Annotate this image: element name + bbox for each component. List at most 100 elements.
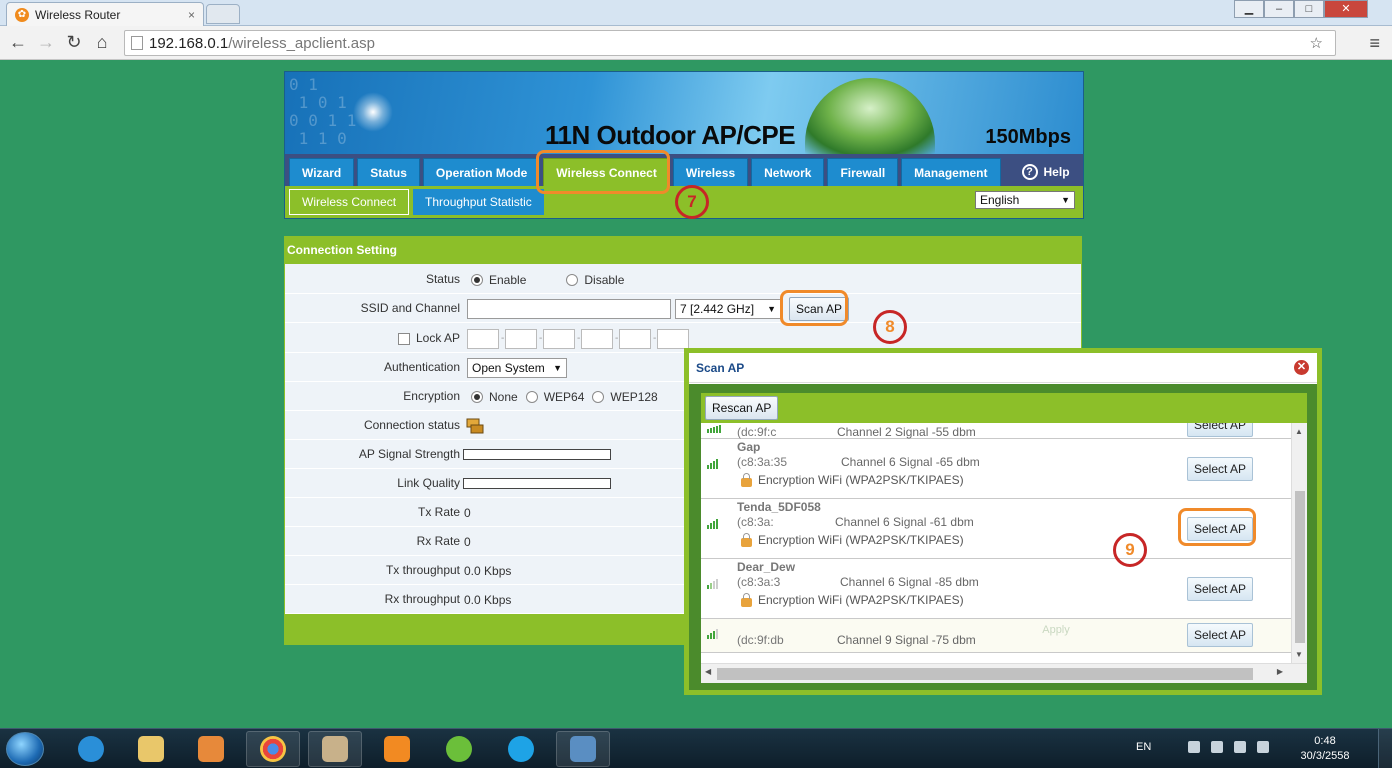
file-explorer-taskbar-icon[interactable] xyxy=(124,731,178,767)
signal-icon xyxy=(707,519,719,529)
close-icon[interactable]: ✕ xyxy=(1294,360,1309,375)
internet-explorer-taskbar-icon[interactable] xyxy=(64,731,118,767)
network-tray-icon[interactable] xyxy=(1234,741,1246,753)
tray-clock[interactable]: 0:48 30/3/2558 xyxy=(1300,734,1350,764)
signal-icon xyxy=(707,425,722,433)
shield-tray-icon[interactable] xyxy=(1211,741,1223,753)
connection-setting-header: Connection Setting xyxy=(285,237,1081,264)
flag-icon[interactable] xyxy=(1188,741,1200,753)
scroll-up-icon[interactable]: ▲ xyxy=(1295,427,1303,436)
browser-toolbar: ← → ↻ ⌂ 192.168.0.1 /wireless_apclient.a… xyxy=(0,26,1392,60)
ssid-input[interactable] xyxy=(467,298,671,319)
tab-network[interactable]: Network xyxy=(751,158,825,186)
utorrent-taskbar-icon[interactable] xyxy=(432,731,486,767)
mac-field[interactable] xyxy=(505,328,537,349)
tab-operation-mode[interactable]: Operation Mode xyxy=(422,158,541,186)
authentication-select[interactable]: Open System ▼ xyxy=(467,357,567,378)
rx-rate-value: 0 xyxy=(464,534,471,549)
vertical-scroll-thumb[interactable] xyxy=(1295,491,1305,643)
mac-field[interactable] xyxy=(543,328,575,349)
highlight-select-ap xyxy=(1178,508,1256,546)
signal-strength-label: AP Signal Strength xyxy=(358,447,460,461)
restore-window-button[interactable]: – xyxy=(1264,0,1294,18)
home-icon[interactable]: ⌂ xyxy=(88,32,116,53)
encryption-wep128-radio[interactable] xyxy=(592,390,605,403)
scroll-right-icon[interactable]: ▶ xyxy=(1277,667,1283,676)
encryption-wep64-radio[interactable] xyxy=(525,390,538,403)
channel-select[interactable]: 7 [2.442 GHz] ▼ xyxy=(675,298,781,319)
annotation-step-8: 8 xyxy=(873,310,907,344)
status-enable-radio[interactable] xyxy=(471,273,483,286)
maximize-window-button[interactable]: □ xyxy=(1294,0,1324,18)
select-ap-button[interactable]: Select AP xyxy=(1187,423,1254,437)
windows-taskbar: EN 0:48 30/3/2558 xyxy=(0,728,1392,768)
tenda-favicon-icon: ✿ xyxy=(15,7,29,22)
horizontal-scrollbar[interactable]: ◀ ▶ xyxy=(701,663,1307,683)
forward-arrow-icon[interactable]: → xyxy=(32,32,60,53)
menu-icon[interactable]: ≡ xyxy=(1369,33,1380,54)
light-flare-decoration xyxy=(353,92,393,132)
ap-mac: (c8:3a:35 xyxy=(737,455,788,469)
tab-firewall[interactable]: Firewall xyxy=(827,158,899,186)
tab-close-icon[interactable]: × xyxy=(188,8,195,22)
scan-ap-titlebar: Scan AP ✕ xyxy=(689,353,1317,383)
volume-icon[interactable] xyxy=(1257,741,1269,753)
language-select[interactable]: English ▼ xyxy=(975,191,1075,209)
help-label: Help xyxy=(1043,165,1070,179)
scroll-down-icon[interactable]: ▼ xyxy=(1295,650,1303,659)
signal-icon xyxy=(707,629,719,639)
select-ap-button[interactable]: Select AP xyxy=(1187,623,1254,647)
encryption-none-radio[interactable] xyxy=(471,390,483,403)
new-tab-button[interactable] xyxy=(206,4,240,24)
show-desktop-button[interactable] xyxy=(1378,729,1392,768)
mac-field[interactable] xyxy=(467,328,499,349)
status-row: Status Enable Disable xyxy=(285,265,1081,294)
star-icon[interactable]: ☆ xyxy=(1310,34,1329,52)
subtab-throughput-statistic[interactable]: Throughput Statistic xyxy=(413,189,544,215)
input-language[interactable]: EN xyxy=(1136,741,1151,753)
mac-field[interactable] xyxy=(657,328,689,349)
browser-tab[interactable]: ✿ Wireless Router × xyxy=(6,2,204,26)
tab-wizard[interactable]: Wizard xyxy=(289,158,355,186)
rescan-ap-button[interactable]: Rescan AP xyxy=(705,396,779,420)
select-ap-button[interactable]: Select AP xyxy=(1187,577,1254,601)
clock-time: 0:48 xyxy=(1314,735,1336,747)
ap-channel-signal: Channel 2 Signal -55 dbm xyxy=(837,425,976,439)
back-arrow-icon[interactable]: ← xyxy=(4,32,32,53)
vertical-scrollbar[interactable]: ▲ ▼ xyxy=(1291,423,1307,663)
address-bar[interactable]: 192.168.0.1 /wireless_apclient.asp ☆ xyxy=(124,30,1336,56)
ssid-row: SSID and Channel 7 [2.442 GHz] ▼ Scan AP xyxy=(285,294,1081,323)
minimize-window-button[interactable]: ▁ xyxy=(1234,0,1264,18)
mac-field[interactable] xyxy=(619,328,651,349)
remote-desktop-taskbar-icon[interactable] xyxy=(556,731,610,767)
tx-rate-value: 0 xyxy=(464,505,471,520)
scan-ap-title: Scan AP xyxy=(696,361,745,375)
help-link[interactable]: ? Help xyxy=(1021,158,1070,186)
skype-taskbar-icon[interactable] xyxy=(494,731,548,767)
scroll-left-icon[interactable]: ◀ xyxy=(705,667,711,676)
tab-status[interactable]: Status xyxy=(357,158,420,186)
ap-encryption-text: Encryption WiFi (WPA2PSK/TKIPAES) xyxy=(758,593,964,607)
lock-ap-checkbox[interactable] xyxy=(397,332,410,345)
encryption-label: Encryption xyxy=(403,389,460,403)
mac-field[interactable] xyxy=(581,328,613,349)
paint-taskbar-icon[interactable] xyxy=(308,731,362,767)
media-player-taskbar-icon[interactable] xyxy=(184,731,238,767)
tab-management[interactable]: Management xyxy=(901,158,1001,186)
tx-throughput-value: 0.0 Kbps xyxy=(464,563,512,578)
start-button[interactable] xyxy=(6,732,44,766)
tree-globe-image xyxy=(805,78,935,154)
close-window-button[interactable]: ✕ xyxy=(1324,0,1368,18)
reload-icon[interactable]: ↻ xyxy=(60,32,88,53)
uc-browser-taskbar-icon[interactable] xyxy=(370,731,424,767)
ap-list-item: (dc:9f:db Channel 9 Signal -75 dbm Selec… xyxy=(701,619,1291,653)
tab-wireless[interactable]: Wireless xyxy=(672,158,749,186)
status-disable-radio[interactable] xyxy=(566,273,579,286)
horizontal-scroll-thumb[interactable] xyxy=(717,668,1253,680)
subtab-wireless-connect[interactable]: Wireless Connect xyxy=(289,189,410,215)
main-nav: Wizard Status Operation Mode Wireless Co… xyxy=(285,154,1083,186)
connection-status-label: Connection status xyxy=(363,418,460,432)
ap-channel-signal: Channel 9 Signal -75 dbm xyxy=(837,633,976,647)
chrome-taskbar-icon[interactable] xyxy=(246,731,300,767)
select-ap-button[interactable]: Select AP xyxy=(1187,457,1254,481)
